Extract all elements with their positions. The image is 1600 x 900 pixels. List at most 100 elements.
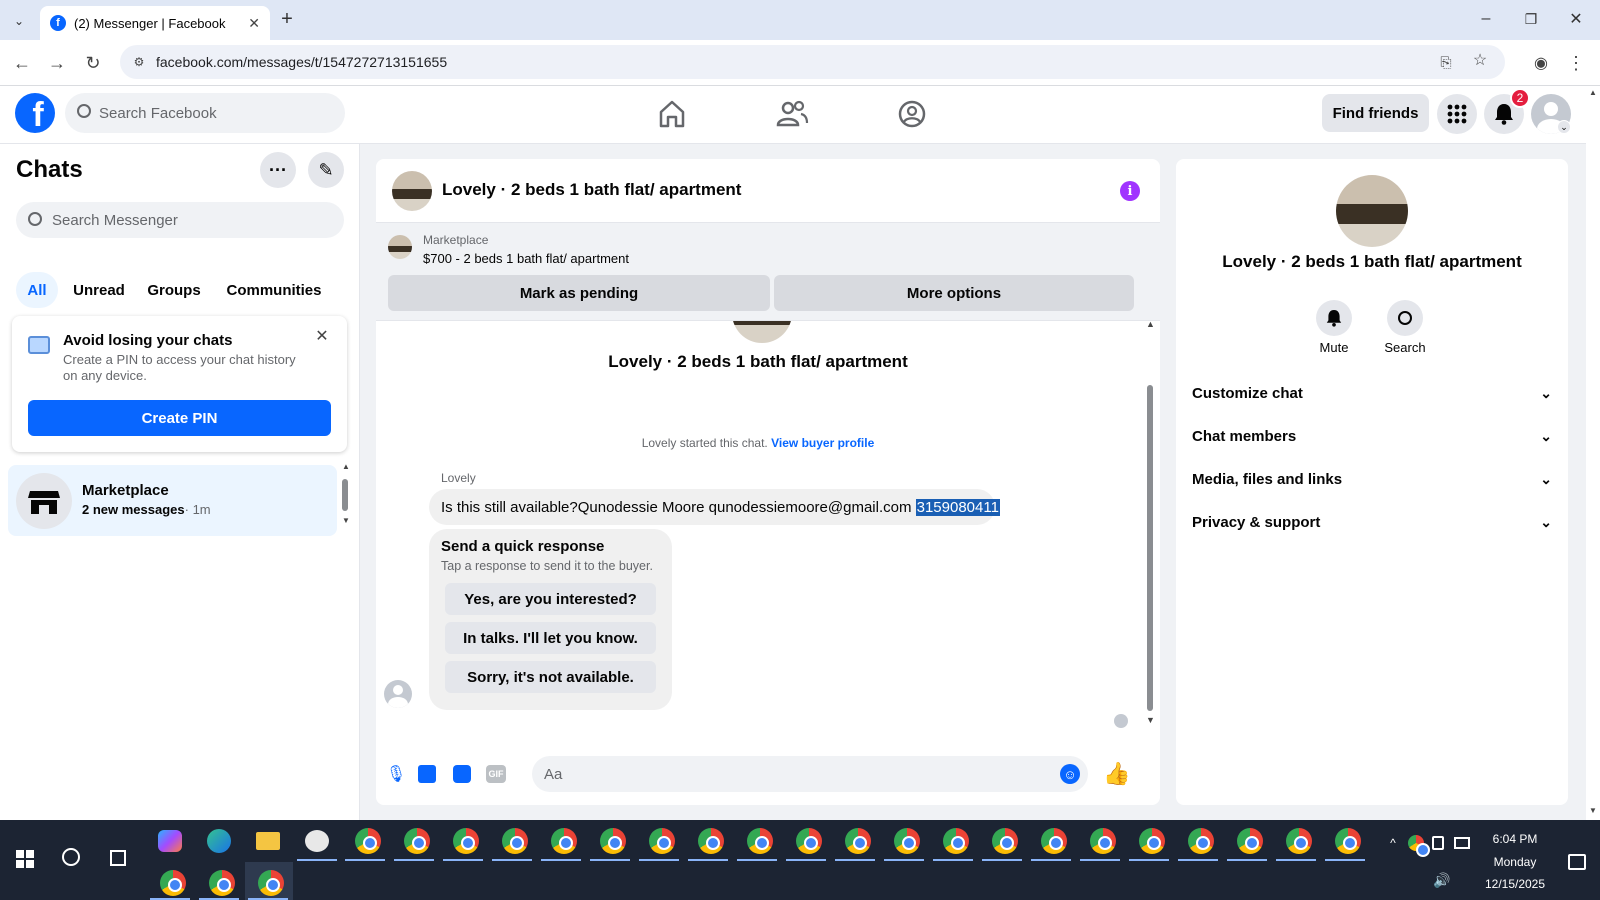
quick-response-yes-button[interactable]: Yes, are you interested? [445,583,656,615]
message-composer-input[interactable]: Aa ☺ [532,756,1088,792]
groups-icon[interactable] [892,96,932,132]
chrome-profile-24-icon[interactable] [258,870,284,896]
notification-center-icon[interactable] [1568,854,1586,870]
chrome-profile-18-icon[interactable] [1188,828,1214,854]
chrome-profile-4-icon[interactable] [502,828,528,854]
taskbar-time[interactable]: 6:04 PM [1480,832,1550,846]
chrome-profile-21-icon[interactable] [1335,828,1361,854]
chrome-profile-2-icon[interactable] [404,828,430,854]
friends-icon[interactable] [772,96,812,132]
menu-grid-icon[interactable] [1437,94,1477,134]
chat-members-section[interactable]: Chat members ⌄ [1192,414,1552,458]
restore-icon[interactable]: ❐ [1520,8,1542,30]
chrome-profile-19-icon[interactable] [1237,828,1263,854]
mute-button[interactable] [1316,300,1352,336]
chrome-profile-14-icon[interactable] [992,828,1018,854]
conversation-row[interactable]: Marketplace 2 new messages· 1m [8,465,337,536]
message-bubble[interactable]: Is this still available?Qunodessie Moore… [429,489,1000,525]
filter-unread[interactable]: Unread [66,272,132,308]
url-field[interactable]: ⚙ facebook.com/messages/t/15472727131516… [120,45,1505,79]
mark-as-pending-button[interactable]: Mark as pending [388,275,770,311]
chrome-profile-15-icon[interactable] [1041,828,1067,854]
chrome-profile-8-icon[interactable] [698,828,724,854]
chrome-profile-1-icon[interactable] [355,828,381,854]
new-message-icon[interactable]: ✎ [308,152,344,188]
home-icon[interactable] [652,96,692,132]
taskbar-day[interactable]: Monday [1480,855,1550,869]
chrome-profile-7-icon[interactable] [649,828,675,854]
chrome-profile-13-icon[interactable] [943,828,969,854]
privacy-support-section[interactable]: Privacy & support ⌄ [1192,500,1552,544]
file-explorer-icon[interactable] [256,832,280,850]
taskbar-search-icon[interactable] [62,848,80,866]
chrome-profile-16-icon[interactable] [1090,828,1116,854]
chrome-profile-11-icon[interactable] [845,828,871,854]
listing-text[interactable]: $700 - 2 beds 1 bath flat/ apartment [423,251,629,266]
listing-thumbnail[interactable] [388,235,412,259]
profile-icon[interactable]: ◉ [1530,52,1552,74]
thumbs-up-icon[interactable]: 👍 [1103,760,1131,788]
details-avatar[interactable] [1336,175,1408,247]
edge-icon[interactable] [207,829,231,853]
taskbar-date[interactable]: 12/15/2025 [1480,877,1550,891]
search-button[interactable] [1387,300,1423,336]
chrome-profile-10-icon[interactable] [796,828,822,854]
facebook-search-input[interactable]: Search Facebook [65,93,345,133]
emoji-icon[interactable]: ☺ [1060,764,1080,784]
find-friends-button[interactable]: Find friends [1322,94,1429,132]
tab-search-icon[interactable]: ⌄ [8,10,30,32]
filter-all[interactable]: All [16,272,58,308]
tab-close-icon[interactable]: ✕ [248,15,260,32]
paint-app-icon[interactable] [305,830,329,852]
windows-start-icon[interactable] [16,850,34,868]
gif-icon[interactable]: GIF [486,765,506,783]
filter-groups[interactable]: Groups [140,272,208,308]
forward-icon[interactable]: → [46,52,68,74]
listing-avatar[interactable] [392,171,432,211]
chrome-profile-5-icon[interactable] [551,828,577,854]
microphone-icon[interactable]: 🎙 [384,762,408,786]
bookmark-star-icon[interactable]: ☆ [1471,51,1489,69]
customize-chat-section[interactable]: Customize chat ⌄ [1192,371,1552,415]
browser-menu-icon[interactable]: ⋮ [1565,52,1587,74]
close-window-icon[interactable]: ✕ [1565,8,1587,30]
new-tab-icon[interactable]: + [276,8,298,30]
create-pin-button[interactable]: Create PIN [28,400,331,436]
site-info-icon[interactable]: ⚙ [130,53,148,71]
install-app-icon[interactable]: ⎘ [1437,53,1455,71]
more-options-button[interactable]: More options [774,275,1134,311]
account-chevron-icon[interactable]: ⌄ [1557,120,1571,134]
chrome-profile-3-icon[interactable] [453,828,479,854]
tray-volume-icon[interactable]: 🔊 [1432,870,1452,890]
view-buyer-profile-link[interactable]: View buyer profile [771,436,874,450]
info-icon[interactable]: i [1120,181,1140,201]
chat-options-icon[interactable]: ··· [260,152,296,188]
media-files-links-section[interactable]: Media, files and links ⌄ [1192,457,1552,501]
reload-icon[interactable]: ↻ [82,52,104,74]
copilot-icon[interactable] [158,830,182,852]
chrome-profile-6-icon[interactable] [600,828,626,854]
tray-device-icon[interactable] [1432,836,1444,850]
task-view-icon[interactable] [110,850,126,866]
messenger-search-input[interactable]: Search Messenger [16,202,344,238]
page-scrollbar[interactable]: ▲ ▼ [1586,86,1600,820]
quick-response-unavailable-button[interactable]: Sorry, it's not available. [445,661,656,693]
chrome-profile-22-icon[interactable] [160,870,186,896]
facebook-logo-icon[interactable]: f [15,93,55,133]
browser-tab[interactable]: f (2) Messenger | Facebook ✕ [40,6,270,40]
photo-icon[interactable] [418,765,436,783]
chrome-profile-17-icon[interactable] [1139,828,1165,854]
chrome-profile-12-icon[interactable] [894,828,920,854]
tray-network-icon[interactable] [1454,837,1470,849]
close-icon[interactable]: ✕ [312,326,332,346]
chrome-profile-23-icon[interactable] [209,870,235,896]
sidebar-scrollbar[interactable]: ▲ ▼ [341,462,350,528]
chrome-profile-20-icon[interactable] [1286,828,1312,854]
sticker-icon[interactable] [453,765,471,783]
tray-overflow-icon[interactable]: ^ [1384,834,1402,852]
chrome-profile-9-icon[interactable] [747,828,773,854]
quick-response-talks-button[interactable]: In talks. I'll let you know. [445,622,656,654]
conversation-scrollbar[interactable]: ▲ ▼ [1144,319,1156,729]
tray-chrome-icon[interactable] [1408,835,1430,857]
minimize-icon[interactable]: – [1475,8,1497,30]
